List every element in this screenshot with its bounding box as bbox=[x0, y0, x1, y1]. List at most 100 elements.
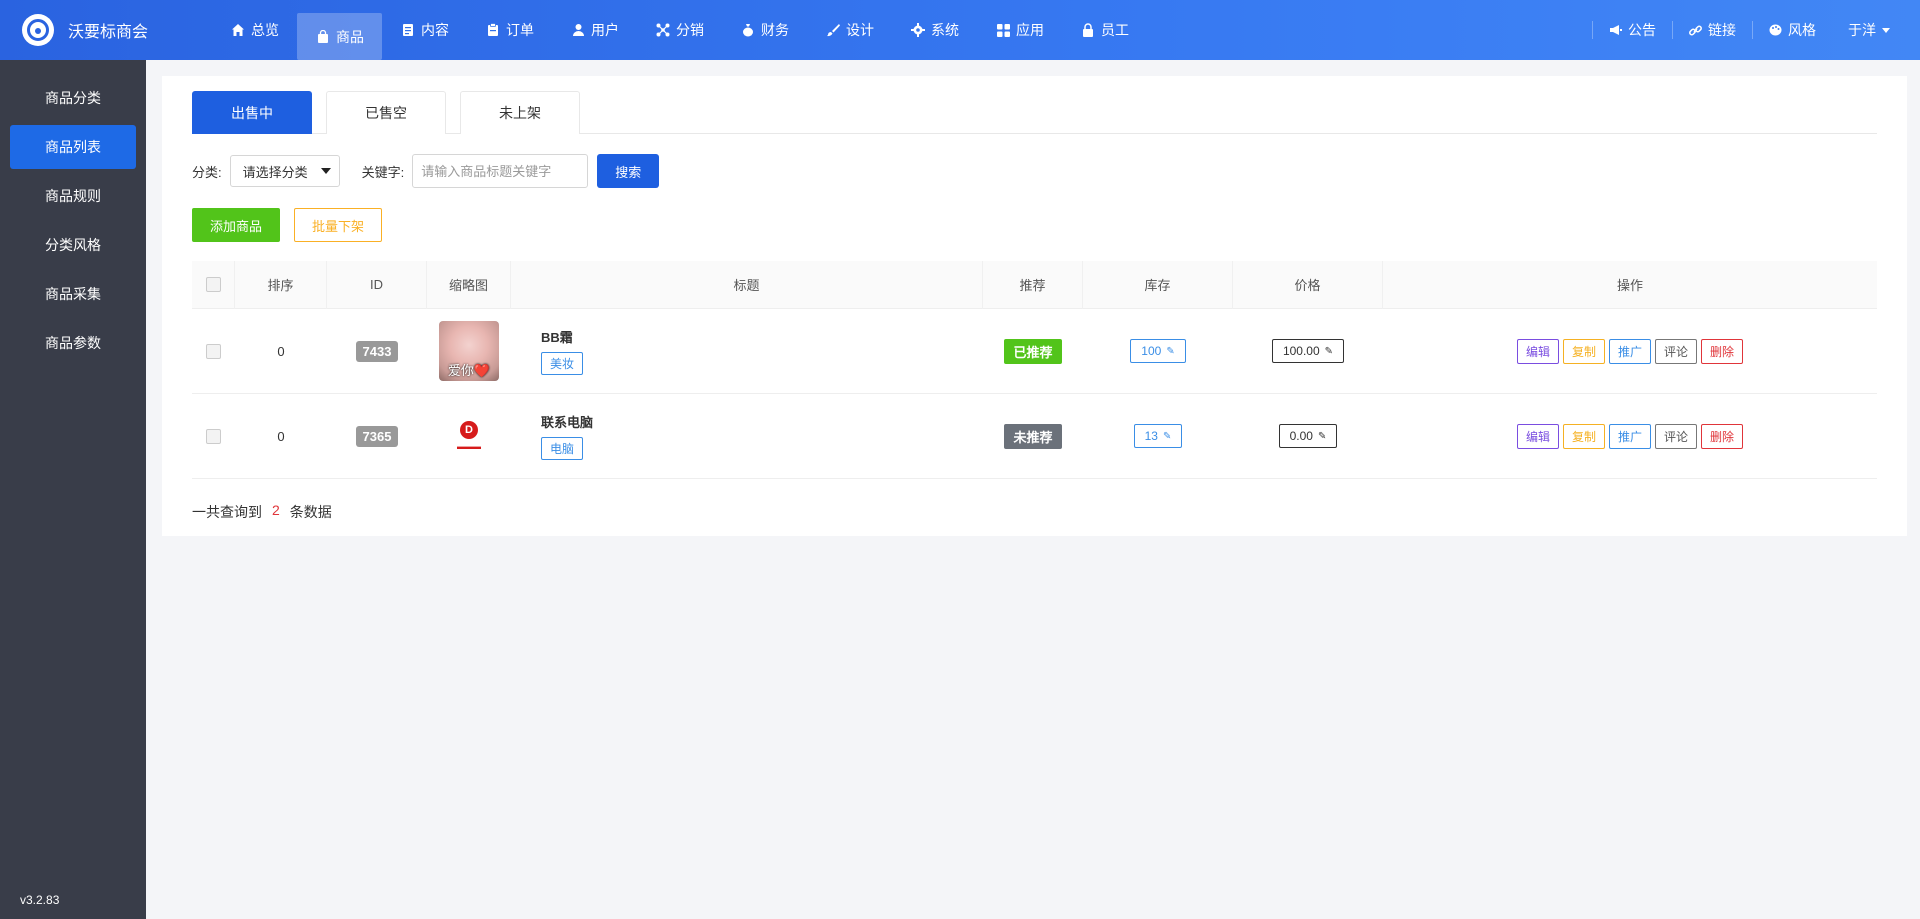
price-value: 100.00 bbox=[1282, 344, 1320, 358]
promote-button[interactable]: 推广 bbox=[1608, 423, 1651, 449]
sidebar-item-category[interactable]: 商品分类 bbox=[10, 76, 136, 120]
id-badge: 7365 bbox=[355, 425, 399, 447]
tab-sold-out[interactable]: 已售空 bbox=[326, 91, 446, 134]
nav-item-goods[interactable]: 商品 bbox=[297, 13, 382, 60]
nav-item-overview[interactable]: 总览 bbox=[212, 0, 297, 60]
keyword-input[interactable] bbox=[412, 154, 589, 188]
edit-button[interactable]: 编辑 bbox=[1516, 423, 1559, 449]
nav-label: 订单 bbox=[506, 22, 534, 38]
link-link[interactable]: 链接 bbox=[1672, 21, 1752, 39]
category-select[interactable]: 请选择分类 bbox=[229, 155, 340, 187]
filter-bar: 分类: 请选择分类 关键字: 搜索 bbox=[192, 154, 660, 188]
recommend-toggle[interactable]: 未推荐 bbox=[1004, 423, 1062, 449]
link-label: 链接 bbox=[1708, 22, 1736, 38]
nav-item-content[interactable]: 内容 bbox=[382, 0, 467, 60]
row-ops-cell: 编辑 复制 推广 评论 删除 bbox=[1383, 309, 1877, 393]
right-menu: 公告 链接 风格 于洋 bbox=[1592, 0, 1920, 60]
header-recommend: 推荐 bbox=[983, 260, 1083, 309]
stock-edit[interactable]: 13 ✎ bbox=[1133, 424, 1183, 448]
nav-label: 员工 bbox=[1101, 22, 1129, 38]
nav-item-users[interactable]: 用户 bbox=[552, 0, 637, 60]
summary-prefix: 一共查询到 bbox=[192, 504, 262, 520]
table-header: 排序 ID 缩略图 标题 推荐 库存 价格 操作 bbox=[192, 260, 1877, 309]
header-sort: 排序 bbox=[235, 260, 327, 309]
user-name: 于洋 bbox=[1848, 22, 1876, 38]
row-title-cell: BB霜 美妆 bbox=[511, 309, 983, 393]
brand-name: 沃要标商会 bbox=[68, 24, 149, 41]
row-checkbox[interactable] bbox=[206, 343, 221, 359]
bag-icon bbox=[315, 29, 331, 45]
caret-down-icon bbox=[1882, 27, 1890, 33]
goods-thumbnail[interactable]: 爱你❤️ bbox=[439, 321, 499, 381]
nav-item-staff[interactable]: 员工 bbox=[1062, 0, 1147, 60]
goods-table: 排序 ID 缩略图 标题 推荐 库存 价格 操作 0 7433 爱你❤️ BB霜… bbox=[192, 260, 1877, 479]
stock-edit[interactable]: 100 ✎ bbox=[1130, 339, 1186, 363]
nav-item-design[interactable]: 设计 bbox=[807, 0, 892, 60]
home-icon bbox=[230, 22, 246, 38]
nav-label: 内容 bbox=[421, 22, 449, 38]
notice-label: 公告 bbox=[1628, 22, 1656, 38]
header-id: ID bbox=[327, 260, 427, 309]
sidebar: 商品分类 商品列表 商品规则 分类风格 商品采集 商品参数 v3.2.83 bbox=[0, 60, 146, 919]
style-link[interactable]: 风格 bbox=[1752, 21, 1832, 39]
copy-button[interactable]: 复制 bbox=[1562, 423, 1605, 449]
nav-item-apps[interactable]: 应用 bbox=[977, 0, 1062, 60]
chevron-down-icon bbox=[320, 168, 331, 174]
comment-button[interactable]: 评论 bbox=[1655, 338, 1698, 364]
nav-label: 应用 bbox=[1016, 22, 1044, 38]
nav-item-system[interactable]: 系统 bbox=[892, 0, 977, 60]
result-summary: 一共查询到 2 条数据 bbox=[192, 502, 332, 522]
promote-button[interactable]: 推广 bbox=[1608, 338, 1651, 364]
recommend-toggle[interactable]: 已推荐 bbox=[1004, 338, 1062, 364]
sidebar-item-goods-collect[interactable]: 商品采集 bbox=[10, 272, 136, 316]
price-edit[interactable]: 100.00 ✎ bbox=[1271, 339, 1345, 363]
nav-item-distribution[interactable]: 分销 bbox=[637, 0, 722, 60]
search-button[interactable]: 搜索 bbox=[597, 154, 660, 188]
nav-item-orders[interactable]: 订单 bbox=[467, 0, 552, 60]
sidebar-item-category-style[interactable]: 分类风格 bbox=[10, 223, 136, 267]
comment-button[interactable]: 评论 bbox=[1655, 423, 1698, 449]
table-row: 0 7365 D ▬▬▬ 联系电脑 电脑 未推荐 13 ✎ 0.00 ✎ 编辑 … bbox=[192, 394, 1877, 479]
delete-button[interactable]: 删除 bbox=[1701, 338, 1744, 364]
price-edit[interactable]: 0.00 ✎ bbox=[1278, 424, 1338, 448]
header-ops: 操作 bbox=[1616, 278, 1643, 293]
version-label: v3.2.83 bbox=[20, 893, 60, 907]
row-checkbox-cell bbox=[192, 394, 235, 478]
sidebar-item-goods-list[interactable]: 商品列表 bbox=[10, 125, 136, 169]
summary-suffix: 条数据 bbox=[289, 504, 332, 520]
select-all-checkbox[interactable] bbox=[205, 277, 221, 292]
user-icon bbox=[570, 22, 586, 38]
add-goods-button[interactable]: 添加商品 bbox=[192, 208, 280, 242]
brush-icon bbox=[825, 22, 841, 38]
nav-label: 财务 bbox=[761, 22, 789, 38]
sidebar-item-goods-params[interactable]: 商品参数 bbox=[10, 321, 136, 365]
edit-icon: ✎ bbox=[1317, 430, 1327, 442]
row-stock-cell: 100 ✎ bbox=[1083, 309, 1233, 393]
batch-off-shelf-button[interactable]: 批量下架 bbox=[294, 208, 382, 242]
copy-button[interactable]: 复制 bbox=[1562, 338, 1605, 364]
row-id-cell: 7365 bbox=[327, 394, 427, 478]
user-menu[interactable]: 于洋 bbox=[1832, 21, 1920, 39]
row-thumb-cell: D ▬▬▬ bbox=[427, 394, 511, 478]
id-badge: 7433 bbox=[355, 340, 399, 362]
tab-off-shelf[interactable]: 未上架 bbox=[460, 91, 580, 134]
category-tag: 美妆 bbox=[541, 352, 584, 375]
sidebar-item-goods-rules[interactable]: 商品规则 bbox=[10, 174, 136, 218]
logo-text-mark: ▬▬▬ bbox=[457, 442, 481, 451]
category-tag: 电脑 bbox=[541, 437, 584, 460]
goods-thumbnail[interactable]: D ▬▬▬ bbox=[439, 406, 499, 466]
notice-link[interactable]: 公告 bbox=[1592, 21, 1672, 39]
delete-button[interactable]: 删除 bbox=[1701, 423, 1744, 449]
brand[interactable]: 沃要标商会 bbox=[0, 0, 180, 60]
goods-title: 联系电脑 bbox=[541, 415, 594, 430]
document-icon bbox=[400, 22, 416, 38]
row-recommend-cell: 未推荐 bbox=[983, 394, 1083, 478]
row-price-cell: 100.00 ✎ bbox=[1233, 309, 1383, 393]
clipboard-icon bbox=[485, 22, 501, 38]
row-checkbox[interactable] bbox=[206, 428, 221, 444]
tab-on-sale[interactable]: 出售中 bbox=[192, 91, 312, 134]
category-label: 分类: bbox=[192, 164, 222, 180]
nav-item-finance[interactable]: 财务 bbox=[722, 0, 807, 60]
row-ops-cell: 编辑 复制 推广 评论 删除 bbox=[1383, 394, 1877, 478]
edit-button[interactable]: 编辑 bbox=[1516, 338, 1559, 364]
